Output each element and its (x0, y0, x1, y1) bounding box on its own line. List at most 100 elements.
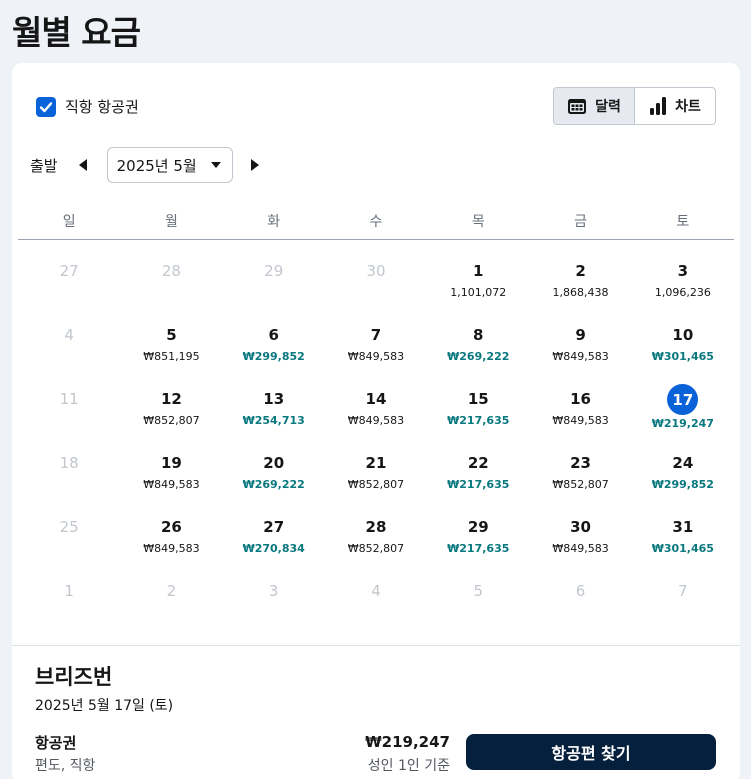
calendar-day[interactable]: 24 ₩299,852 (632, 432, 734, 496)
day-number: 28 (365, 518, 387, 536)
day-price: ₩254,713 (242, 414, 305, 427)
calendar-day[interactable]: 8 ₩269,222 (427, 304, 529, 368)
weekday-mon: 월 (164, 214, 178, 230)
next-month-button[interactable] (248, 155, 262, 175)
calendar-day[interactable]: 1 1,101,072 (427, 240, 529, 304)
day-price: ₩849,583 (143, 478, 200, 491)
day-price: ₩849,583 (552, 350, 609, 363)
direct-flights-filter[interactable]: 직항 항공권 (36, 96, 139, 117)
calendar-day[interactable]: 21 ₩852,807 (325, 432, 427, 496)
calendar-day[interactable]: 16 ₩849,583 (529, 368, 631, 432)
calendar-day[interactable]: 14 ₩849,583 (325, 368, 427, 432)
calendar-day-outside: 30 (325, 240, 427, 304)
calendar-day[interactable]: 6 ₩299,852 (223, 304, 325, 368)
day-number: 1 (64, 582, 74, 600)
day-number: 15 (467, 390, 489, 408)
day-number: 7 (678, 582, 688, 600)
day-number: 1 (473, 262, 484, 280)
day-number: 19 (160, 454, 182, 472)
calendar-day[interactable]: 19 ₩849,583 (120, 432, 222, 496)
chart-view-label: 차트 (675, 99, 701, 115)
day-number: 29 (264, 262, 284, 280)
calendar-grid: 27 28 29 30 1 1,101,072 2 1,868,438 3 1,096,236 4 5… (18, 240, 734, 624)
day-price: ₩301,465 (651, 542, 714, 555)
triangle-left-icon (78, 159, 87, 171)
weekday-sun: 일 (62, 214, 76, 230)
day-price: ₩852,807 (143, 414, 200, 427)
calendar-day-outside: 2 (120, 560, 222, 624)
day-number: 26 (160, 518, 182, 536)
fare-label: 항공권 (35, 734, 77, 752)
day-number: 6 (575, 582, 586, 600)
day-number: 28 (161, 262, 181, 280)
view-toggle: 달력 차트 (553, 87, 716, 125)
calendar-day[interactable]: 20 ₩269,222 (223, 432, 325, 496)
fare-subtitle: 편도, 직항 (35, 758, 96, 774)
day-number: 30 (366, 262, 386, 280)
day-number: 6 (268, 326, 279, 344)
day-price: ₩269,222 (447, 350, 510, 363)
calendar-day[interactable]: 22 ₩217,635 (427, 432, 529, 496)
month-select[interactable]: 2025년 5월 (106, 147, 233, 183)
day-price: ₩849,583 (552, 414, 609, 427)
calendar-day[interactable]: 30 ₩849,583 (529, 496, 631, 560)
calendar-week: 25 26 ₩849,583 27 ₩270,834 28 ₩852,807 29 ₩217,6… (18, 496, 734, 560)
calendar-week: 1 2 3 4 5 6 7 (18, 560, 734, 624)
day-number: 4 (64, 326, 74, 344)
day-number: 14 (365, 390, 387, 408)
calendar-day[interactable]: 23 ₩852,807 (529, 432, 631, 496)
calendar-day-outside: 29 (223, 240, 325, 304)
calendar-day[interactable]: 31 ₩301,465 (632, 496, 734, 560)
chart-view-button[interactable]: 차트 (635, 88, 715, 124)
calendar-day[interactable]: 5 ₩851,195 (120, 304, 222, 368)
day-price: ₩217,635 (447, 414, 510, 427)
calendar-day[interactable]: 12 ₩852,807 (120, 368, 222, 432)
day-number: 27 (59, 262, 79, 280)
previous-month-button[interactable] (76, 155, 90, 175)
direct-label: 직항 항공권 (65, 98, 139, 116)
calendar-day[interactable]: 7 ₩849,583 (325, 304, 427, 368)
day-number: 18 (59, 454, 79, 472)
day-number: 25 (59, 518, 79, 536)
calendar-day[interactable]: 13 ₩254,713 (223, 368, 325, 432)
day-number: 12 (160, 390, 182, 408)
day-price: ₩849,583 (347, 414, 405, 427)
direct-checkbox[interactable] (36, 96, 56, 117)
day-number: 2 (575, 262, 586, 280)
calendar-day[interactable]: 27 ₩270,834 (223, 496, 325, 560)
day-price: ₩851,195 (143, 350, 200, 363)
calendar-day[interactable]: 28 ₩852,807 (325, 496, 427, 560)
triangle-right-icon (250, 159, 259, 171)
day-number: 7 (370, 326, 382, 344)
weekday-header: 일 월 화 수 목 금 토 (18, 201, 734, 240)
calendar-day[interactable]: 3 1,096,236 (632, 240, 734, 304)
day-number: 31 (672, 518, 694, 536)
calendar-day-outside: 1 (18, 560, 120, 624)
calendar-week: 27 28 29 30 1 1,101,072 2 1,868,438 3 1,096,236 (18, 240, 734, 304)
calendar-view-label: 달력 (595, 99, 621, 115)
day-price: ₩299,852 (242, 350, 305, 363)
day-price: ₩852,807 (347, 542, 405, 555)
day-number: 8 (473, 326, 484, 344)
calendar-day[interactable]: 17 ₩219,247 (632, 368, 734, 432)
day-price: 1,101,072 (450, 286, 507, 299)
find-flights-button[interactable]: 항공편 찾기 (466, 734, 716, 770)
calendar-day[interactable]: 26 ₩849,583 (120, 496, 222, 560)
calendar-day-outside: 18 (18, 432, 120, 496)
divider (12, 645, 740, 646)
calendar-view-button[interactable]: 달력 (554, 88, 635, 124)
day-number: 10 (672, 326, 694, 344)
calendar-day[interactable]: 9 ₩849,583 (529, 304, 631, 368)
calendar-day[interactable]: 10 ₩301,465 (632, 304, 734, 368)
day-price: ₩301,465 (651, 350, 714, 363)
weekday-sat: 토 (676, 214, 690, 230)
weekday-thu: 목 (471, 214, 485, 230)
calendar-day-outside: 27 (18, 240, 120, 304)
month-value: 2025년 5월 (116, 156, 197, 175)
calendar-day[interactable]: 15 ₩217,635 (427, 368, 529, 432)
calendar-day-outside: 5 (427, 560, 529, 624)
calendar-day[interactable]: 29 ₩217,635 (427, 496, 529, 560)
destination-title: 브리즈번 (35, 665, 113, 689)
calendar-day-outside: 11 (18, 368, 120, 432)
calendar-day[interactable]: 2 1,868,438 (529, 240, 631, 304)
